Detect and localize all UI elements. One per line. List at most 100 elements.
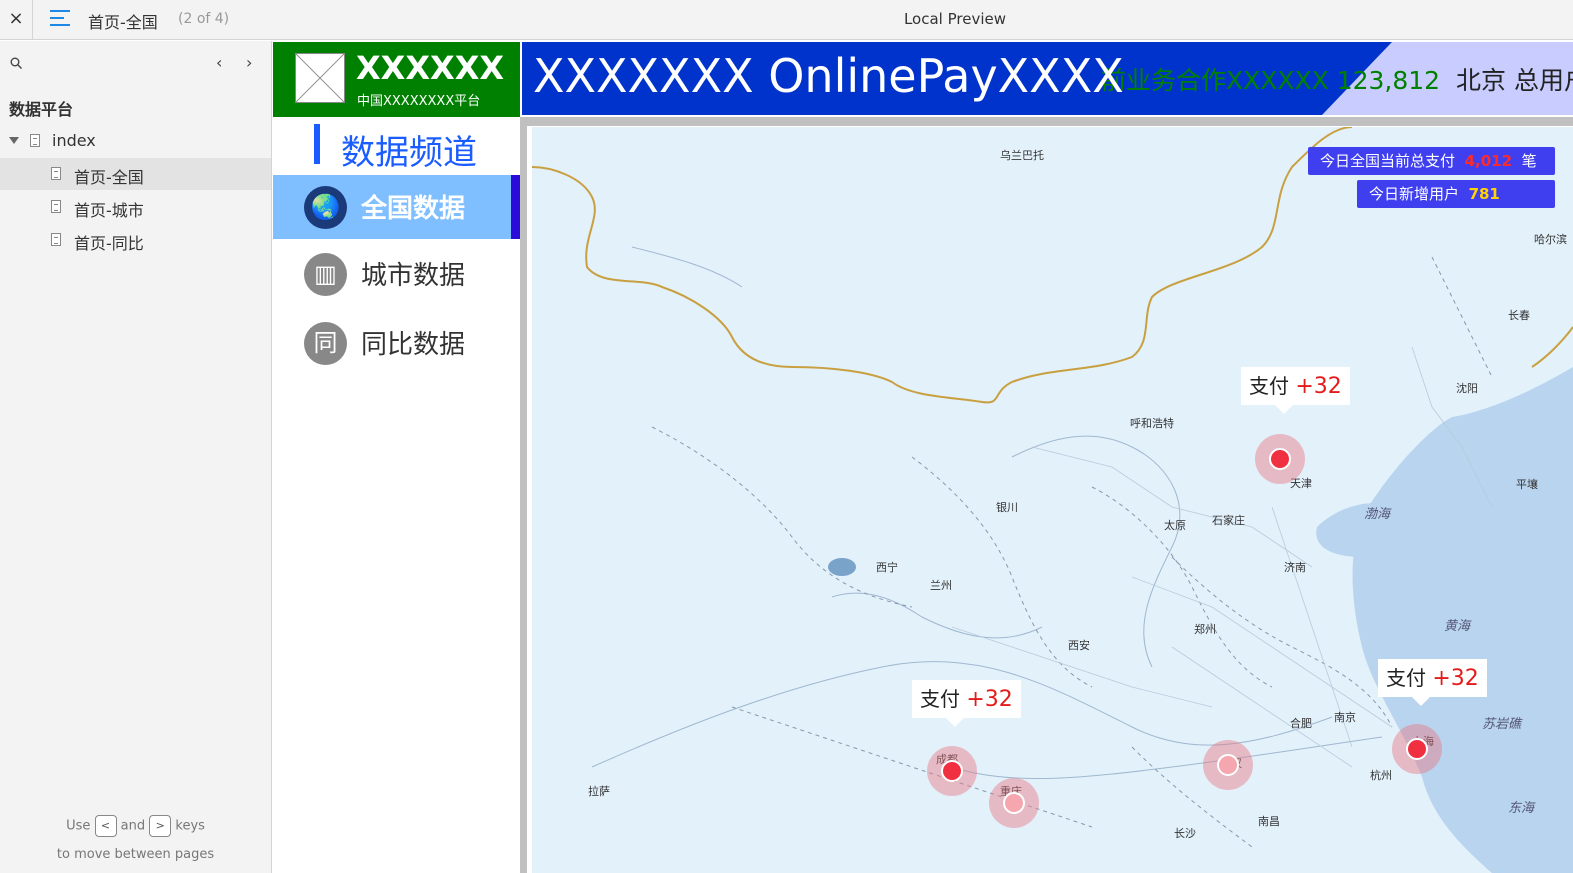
menu-item-city[interactable]: ▥ 城市数据 bbox=[273, 242, 520, 306]
menu-heading-bar bbox=[314, 124, 320, 164]
menu-item-national[interactable]: 🌏 全国数据 bbox=[273, 175, 520, 239]
logo-name: XXXXXX bbox=[356, 49, 505, 87]
ping-dot bbox=[1269, 448, 1291, 470]
stat-total-payments: 今日全国当前总支付 4,012 笔 bbox=[1308, 147, 1555, 175]
image-placeholder-icon bbox=[295, 53, 345, 103]
city-label: 南昌 bbox=[1258, 815, 1280, 828]
search-icon[interactable] bbox=[10, 57, 22, 69]
stat-label: 今日全国当前总支付 bbox=[1320, 152, 1456, 170]
tong-icon: 同 bbox=[304, 322, 347, 365]
ping-dot bbox=[1217, 754, 1239, 776]
bubble-label: 支付 bbox=[920, 687, 960, 711]
city-ping[interactable] bbox=[1255, 434, 1305, 484]
close-button[interactable]: × bbox=[0, 0, 33, 40]
border-line bbox=[532, 127, 1353, 404]
river-line bbox=[831, 592, 1043, 639]
project-title: 数据平台 bbox=[9, 100, 74, 119]
city-ping[interactable] bbox=[1392, 724, 1442, 774]
city-label: 济南 bbox=[1284, 561, 1306, 574]
building-icon: ▥ bbox=[304, 253, 347, 296]
city-label: 郑州 bbox=[1194, 623, 1216, 636]
river-line bbox=[951, 736, 1383, 780]
ticker-text: 前业务合作XXXXXX 123,812 北京 总用户 bbox=[1101, 61, 1573, 97]
pages-panel: ‹ › 数据平台 index 首页-全国 首页-城市 首页-同比 Use < a… bbox=[0, 41, 272, 873]
logo-subtitle: 中国XXXXXXXX平台 bbox=[357, 94, 481, 109]
hint-text: Use bbox=[66, 818, 91, 834]
bubble-label: 支付 bbox=[1386, 666, 1426, 690]
ticker-green-text: 前业务合作XXXXXX 123,812 bbox=[1101, 66, 1441, 95]
menu-item-label: 全国数据 bbox=[361, 194, 466, 224]
tree-item-page[interactable]: 首页-全国 bbox=[0, 158, 271, 190]
city-ping[interactable] bbox=[989, 778, 1039, 828]
river-line bbox=[631, 246, 743, 288]
menu-item-yoy[interactable]: 同 同比数据 bbox=[273, 311, 520, 375]
prev-page-button[interactable]: ‹ bbox=[216, 53, 222, 72]
province-border bbox=[651, 426, 913, 608]
caret-down-icon[interactable] bbox=[9, 137, 19, 144]
city-label: 银川 bbox=[996, 501, 1018, 514]
hint-text: and bbox=[120, 818, 146, 834]
stat-label: 今日新增用户 bbox=[1369, 185, 1460, 203]
city-label: 杭州 bbox=[1370, 769, 1392, 782]
city-label: 平壤 bbox=[1516, 478, 1538, 491]
header-title: XXXXXXX OnlinePayXXXX bbox=[533, 49, 1124, 103]
stat-unit: 笔 bbox=[1521, 152, 1537, 170]
city-label: 石家庄 bbox=[1212, 514, 1245, 527]
tree-label: 首页-全国 bbox=[74, 168, 144, 187]
menu-item-label: 城市数据 bbox=[361, 261, 466, 291]
city-ping[interactable] bbox=[1203, 740, 1253, 790]
stat-new-users: 今日新增用户 781 bbox=[1357, 180, 1555, 208]
stat-value: 781 bbox=[1468, 185, 1500, 203]
city-label: 太原 bbox=[1164, 519, 1186, 532]
top-bar: × 首页-全国 (2 of 4) Local Preview bbox=[0, 0, 1573, 40]
tree-item-page[interactable]: 首页-城市 bbox=[0, 191, 271, 223]
stat-value: 4,012 bbox=[1464, 152, 1513, 170]
key-next-icon: > bbox=[149, 815, 172, 837]
hint-line-2: to move between pages bbox=[56, 847, 215, 862]
menu-icon[interactable] bbox=[50, 10, 72, 30]
lake bbox=[828, 558, 856, 576]
bubble-value: +32 bbox=[1295, 374, 1342, 399]
preview-title: Local Preview bbox=[903, 10, 1007, 28]
border-line bbox=[1531, 326, 1573, 368]
active-indicator bbox=[511, 175, 520, 239]
sea-label: 东海 bbox=[1508, 801, 1535, 816]
tree-label: 首页-城市 bbox=[74, 201, 144, 220]
bubble-label: 支付 bbox=[1249, 374, 1289, 398]
city-label: 呼和浩特 bbox=[1130, 417, 1174, 430]
payment-bubble: 支付 +32 bbox=[1378, 659, 1487, 706]
tree-item-index[interactable]: index bbox=[0, 125, 271, 157]
page-count: (2 of 4) bbox=[178, 11, 230, 27]
city-label: 西宁 bbox=[876, 561, 898, 574]
page-title: 首页-全国 bbox=[88, 13, 158, 32]
city-label: 兰州 bbox=[930, 579, 952, 592]
payment-bubble: 支付 +32 bbox=[1241, 367, 1350, 414]
city-ping[interactable] bbox=[927, 746, 977, 796]
province-border bbox=[911, 456, 1093, 688]
menu-heading: 数据频道 bbox=[341, 133, 477, 173]
bubble-value: +32 bbox=[966, 687, 1013, 712]
road-line bbox=[1131, 576, 1393, 728]
sea-label: 黄海 bbox=[1444, 619, 1471, 634]
city-label: 乌兰巴托 bbox=[1000, 149, 1044, 162]
ticker-black-text: 北京 总用户 bbox=[1456, 66, 1573, 95]
next-page-button[interactable]: › bbox=[246, 53, 252, 72]
city-label: 拉萨 bbox=[588, 785, 610, 798]
key-prev-icon: < bbox=[94, 815, 117, 837]
province-border bbox=[1431, 256, 1493, 378]
city-label: 哈尔滨 bbox=[1534, 233, 1567, 246]
page-icon bbox=[51, 233, 61, 246]
city-label: 南京 bbox=[1334, 711, 1356, 724]
ping-dot bbox=[1406, 738, 1428, 760]
divider bbox=[527, 117, 1573, 126]
payment-bubble: 支付 +32 bbox=[912, 680, 1021, 727]
globe-icon: 🌏 bbox=[304, 186, 347, 229]
ping-dot bbox=[1003, 792, 1025, 814]
page-icon bbox=[30, 134, 40, 147]
keyboard-hint: Use < and > keys bbox=[0, 815, 271, 837]
china-map[interactable]: 乌兰巴托 哈尔滨 长春 沈阳 呼和浩特 天津 银川 太原 石家庄 平壤 西宁 兰… bbox=[532, 127, 1573, 873]
tree-item-page[interactable]: 首页-同比 bbox=[0, 224, 271, 256]
city-label: 合肥 bbox=[1290, 717, 1312, 730]
logo-block: XXXXXX 中国XXXXXXXX平台 bbox=[273, 42, 520, 117]
city-label: 沈阳 bbox=[1456, 382, 1478, 395]
